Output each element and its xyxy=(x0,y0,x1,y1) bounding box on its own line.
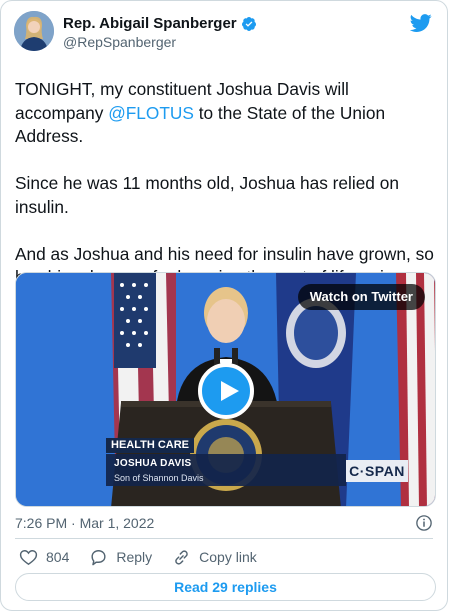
lower-third-name: JOSHUA DAVIS xyxy=(114,458,192,469)
tweet-timestamp[interactable]: 7:26 PM · Mar 1, 2022 xyxy=(15,514,154,532)
author-names: Rep. Abigail Spanberger @RepSpanberger xyxy=(63,15,257,51)
tweet-actions: 804 Reply Copy link xyxy=(19,546,277,568)
author-handle[interactable]: @RepSpanberger xyxy=(63,33,257,51)
mention-link[interactable]: @FLOTUS xyxy=(108,103,194,123)
play-icon xyxy=(221,381,239,401)
divider xyxy=(15,538,433,539)
reply-label: Reply xyxy=(116,549,153,565)
copy-link-button[interactable]: Copy link xyxy=(172,548,257,567)
tweet-header: Rep. Abigail Spanberger @RepSpanberger xyxy=(14,11,435,53)
tweet-card: Rep. Abigail Spanberger @RepSpanberger T… xyxy=(0,0,448,611)
verified-badge-icon xyxy=(241,17,256,31)
lower-third-tag: HEALTH CARE xyxy=(106,438,195,453)
info-icon[interactable] xyxy=(415,514,433,532)
reply-icon xyxy=(91,549,106,565)
network-logo: C·SPAN xyxy=(346,460,408,482)
like-count: 804 xyxy=(46,549,70,565)
link-icon xyxy=(175,549,188,565)
reply-button[interactable]: Reply xyxy=(89,548,152,567)
watch-on-twitter-button[interactable]: Watch on Twitter xyxy=(297,284,425,310)
lower-third-subtitle: Son of Shannon Davis xyxy=(114,473,204,483)
avatar[interactable] xyxy=(14,11,54,51)
lower-third: JOSHUA DAVIS Son of Shannon Davis xyxy=(106,454,346,486)
heart-icon xyxy=(19,549,38,565)
video-player[interactable]: Watch on Twitter HEALTH CARE JOSHUA DAVI… xyxy=(15,272,436,507)
author-display-name-row[interactable]: Rep. Abigail Spanberger xyxy=(63,15,257,33)
play-button[interactable] xyxy=(198,363,254,419)
copy-link-label: Copy link xyxy=(199,549,257,565)
read-replies-button[interactable]: Read 29 replies xyxy=(15,573,436,601)
author-display-name[interactable]: Rep. Abigail Spanberger xyxy=(63,15,237,33)
twitter-bird-icon[interactable] xyxy=(410,12,432,34)
like-button[interactable]: 804 xyxy=(19,548,69,567)
